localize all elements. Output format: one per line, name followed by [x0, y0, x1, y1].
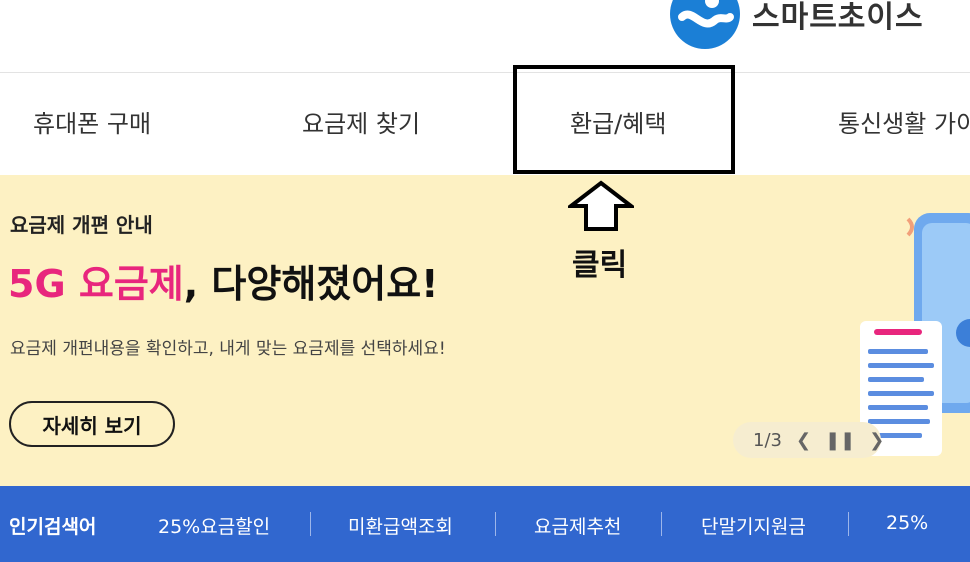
banner-title-accent: 5G 요금제	[8, 262, 184, 306]
annotation-click-text: 클릭	[572, 248, 628, 283]
popular-search-label: 인기검색어	[9, 516, 97, 538]
chevron-left-icon[interactable]: ❮	[796, 430, 811, 451]
divider	[661, 512, 662, 536]
main-nav: 휴대폰 구매 요금제 찾기 환급/혜택 통신생활 가이	[0, 72, 970, 176]
divider	[495, 512, 496, 536]
pager-count: 1/3	[753, 429, 782, 451]
site-header: 스마트초이스	[0, 0, 970, 72]
pause-icon[interactable]: ❚❚	[825, 430, 855, 451]
nav-item-refund-benefit[interactable]: 환급/혜택	[570, 73, 666, 175]
nav-item-telecom-guide[interactable]: 통신생활 가이	[838, 73, 970, 175]
details-button[interactable]: 자세히 보기	[9, 401, 175, 447]
chevron-right-icon[interactable]: ❯	[869, 430, 884, 451]
site-logo[interactable]: 스마트초이스	[668, 0, 924, 54]
banner-description: 요금제 개편내용을 확인하고, 내게 맞는 요금제를 선택하세요!	[10, 339, 446, 359]
popular-keyword[interactable]: 25%요금할인	[158, 512, 270, 539]
popular-search-bar: 인기검색어 25%요금할인 미환급액조회 요금제추천 단말기지원금 25%	[0, 486, 970, 562]
logo-icon	[670, 0, 740, 49]
banner-title-rest: , 다양해졌어요!	[183, 262, 439, 306]
nav-item-plan-search[interactable]: 요금제 찾기	[302, 73, 420, 175]
divider	[310, 512, 311, 536]
popular-keyword[interactable]: 단말기지원금	[701, 512, 806, 539]
banner-pager: 1/3 ❮ ❚❚ ❯	[733, 422, 884, 458]
divider	[848, 512, 849, 536]
banner-subtitle: 요금제 개편 안내	[10, 213, 153, 237]
up-arrow-icon	[568, 180, 634, 231]
banner-title: 5G 요금제, 다양해졌어요!	[8, 253, 439, 308]
popular-keyword[interactable]: 요금제추천	[534, 512, 621, 539]
popular-keyword[interactable]: 25%	[886, 512, 928, 534]
promo-banner: 요금제 개편 안내 5G 요금제, 다양해졌어요! 요금제 개편내용을 확인하고…	[0, 175, 970, 486]
nav-item-phone-purchase[interactable]: 휴대폰 구매	[33, 73, 151, 175]
logo-text: 스마트초이스	[752, 0, 924, 35]
popular-keyword[interactable]: 미환급액조회	[348, 512, 453, 539]
